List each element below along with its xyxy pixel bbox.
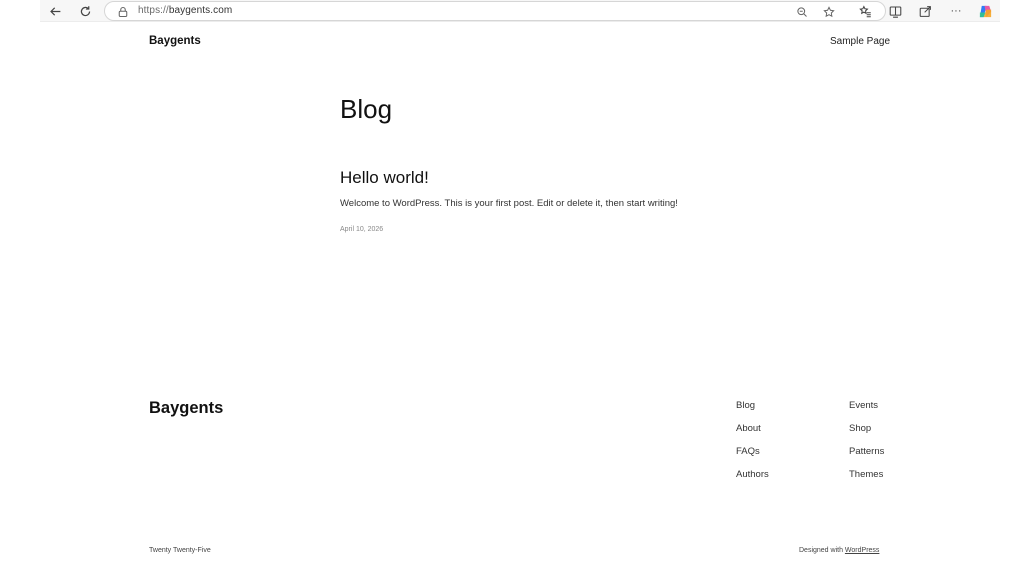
split-screen-icon[interactable] xyxy=(887,3,903,19)
more-icon[interactable]: ··· xyxy=(948,3,964,19)
back-arrow-icon[interactable] xyxy=(46,2,64,20)
post-excerpt: Welcome to WordPress. This is your first… xyxy=(340,198,678,209)
footer-link-authors[interactable]: Authors xyxy=(736,469,769,480)
nav-link-sample-page[interactable]: Sample Page xyxy=(830,36,890,47)
star-icon[interactable] xyxy=(823,5,836,18)
site-info-icon[interactable] xyxy=(117,5,129,18)
address-bar[interactable]: https://baygents.com xyxy=(104,1,886,21)
footer-link-faqs[interactable]: FAQs xyxy=(736,446,760,457)
post-date[interactable]: April 10, 2026 xyxy=(340,226,383,233)
footer-theme-name: Twenty Twenty-Five xyxy=(149,547,211,554)
page-title: Blog xyxy=(340,94,393,124)
footer-link-patterns[interactable]: Patterns xyxy=(849,446,884,457)
footer-link-themes[interactable]: Themes xyxy=(849,469,883,480)
post-title-link[interactable]: Hello world! xyxy=(340,167,429,189)
footer-link-events[interactable]: Events xyxy=(849,400,878,411)
url-text[interactable]: https://baygents.com xyxy=(138,5,232,16)
footer-site-title-link[interactable]: Baygents xyxy=(149,399,223,418)
footer-link-blog[interactable]: Blog xyxy=(736,400,755,411)
footer-link-about[interactable]: About xyxy=(736,423,761,434)
footer-credit-prefix: Designed with xyxy=(799,547,843,554)
url-host: baygents.com xyxy=(168,5,233,16)
zoom-icon[interactable] xyxy=(796,5,809,18)
favorites-icon[interactable] xyxy=(857,3,873,19)
footer-credit-link[interactable]: WordPress xyxy=(845,547,880,554)
footer-credit: Designed with WordPress xyxy=(799,547,879,554)
footer-link-shop[interactable]: Shop xyxy=(849,423,871,434)
share-icon[interactable] xyxy=(917,3,933,19)
url-scheme: https:// xyxy=(138,5,169,16)
refresh-icon[interactable] xyxy=(76,2,94,20)
site-title-link[interactable]: Baygents xyxy=(149,35,201,47)
browser-toolbar: https://baygents.com ··· xyxy=(40,0,1000,22)
copilot-icon[interactable] xyxy=(977,3,993,19)
